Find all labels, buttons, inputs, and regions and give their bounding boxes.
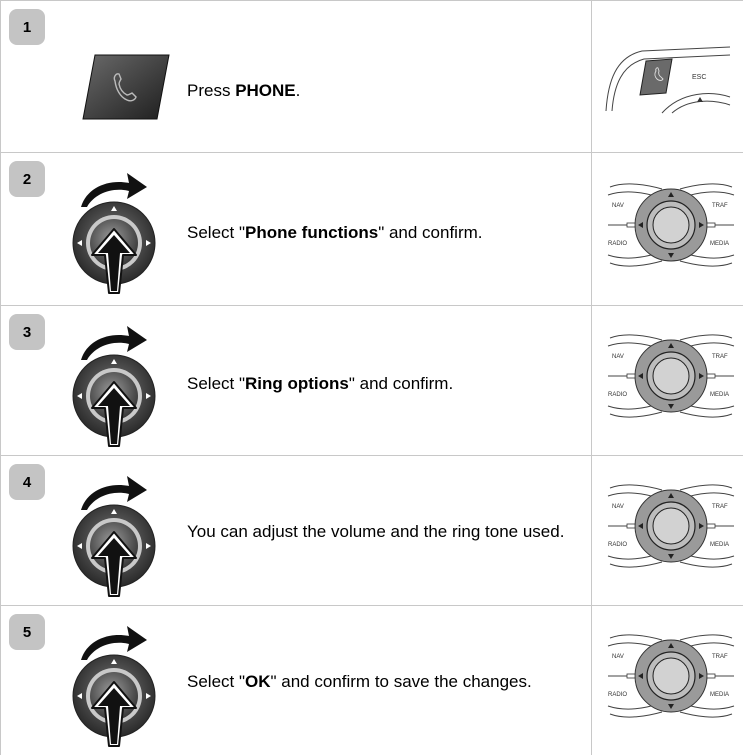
media-label: MEDIA	[710, 692, 729, 698]
radio-label: RADIO	[608, 692, 627, 698]
phone-button-panel-illustration: ESC	[605, 46, 731, 114]
controller-panel-illustration: NAV TRAF RADIO MEDIA	[607, 183, 735, 267]
step-illustration-cell: NAV TRAF RADIO MEDIA	[592, 153, 743, 305]
step-instruction-cell: 2 Select "Phone functions" and confirm.	[0, 153, 592, 305]
step-number-badge: 2	[9, 161, 45, 197]
step-number-badge: 1	[9, 9, 45, 45]
step-number-badge: 3	[9, 314, 45, 350]
step-text: Select "Phone functions" and confirm.	[187, 223, 582, 242]
rotary-controller-icon	[72, 625, 156, 747]
step-instruction-cell: 5 Select "OK" and confirm to save the ch…	[0, 606, 592, 755]
step-text: Select "Ring options" and confirm.	[187, 374, 582, 393]
radio-label: RADIO	[608, 392, 627, 398]
traf-label: TRAF	[712, 203, 728, 209]
controller-panel-illustration: NAV TRAF RADIO MEDIA	[607, 484, 735, 568]
step-text-bold: Phone functions	[245, 223, 379, 242]
step-text-part: " and confirm.	[378, 223, 483, 242]
radio-label: RADIO	[608, 542, 627, 548]
nav-label: NAV	[612, 354, 624, 360]
traf-label: TRAF	[712, 354, 728, 360]
step-illustration-cell: NAV TRAF RADIO MEDIA	[592, 306, 743, 455]
step-illustration-cell: NAV TRAF RADIO MEDIA	[592, 606, 743, 755]
controller-panel-illustration: NAV TRAF RADIO MEDIA	[607, 334, 735, 418]
esc-label: ESC	[692, 74, 706, 81]
step-text-bold: Ring options	[245, 374, 349, 393]
step-number-badge: 5	[9, 614, 45, 650]
nav-label: NAV	[612, 654, 624, 660]
step-instruction-cell: 1 Press PHONE.	[0, 1, 592, 152]
step-text-bold: OK	[245, 672, 271, 691]
rotary-controller-icon	[72, 475, 156, 597]
step-text-part: Select "	[187, 672, 246, 691]
step-text: Select "OK" and confirm to save the chan…	[187, 672, 582, 691]
step-row-1: 1 Press PHONE. ESC	[0, 0, 743, 153]
traf-label: TRAF	[712, 654, 728, 660]
media-label: MEDIA	[710, 392, 729, 398]
step-text-part: You can adjust the volume and the ring t…	[187, 522, 565, 541]
rotary-controller-icon	[72, 172, 156, 294]
step-text-part: Press	[187, 81, 236, 100]
rotary-controller-icon	[72, 325, 156, 447]
step-instruction-cell: 4 You can adjust the volume and the ring…	[0, 456, 592, 605]
step-instruction-cell: 3 Select "Ring options" and confirm.	[0, 306, 592, 455]
controller-panel-illustration: NAV TRAF RADIO MEDIA	[607, 634, 735, 718]
step-text-part: " and confirm.	[348, 374, 454, 393]
nav-label: NAV	[612, 203, 624, 209]
step-text: Press PHONE.	[187, 81, 582, 100]
step-number-badge: 4	[9, 464, 45, 500]
step-text-part: Select "	[187, 223, 246, 242]
step-row-2: 2 Select "Phone functions" and confirm. …	[0, 153, 743, 306]
traf-label: TRAF	[712, 504, 728, 510]
phone-key-icon	[82, 54, 170, 120]
step-illustration-cell: NAV TRAF RADIO MEDIA	[592, 456, 743, 605]
radio-label: RADIO	[608, 241, 627, 247]
step-text-bold: PHONE	[235, 81, 296, 100]
media-label: MEDIA	[710, 542, 729, 548]
nav-label: NAV	[612, 504, 624, 510]
step-text-part: .	[295, 81, 301, 100]
step-row-3: 3 Select "Ring options" and confirm. NAV…	[0, 306, 743, 456]
step-row-5: 5 Select "OK" and confirm to save the ch…	[0, 606, 743, 755]
step-text: You can adjust the volume and the ring t…	[187, 522, 582, 541]
step-text-part: Select "	[187, 374, 246, 393]
media-label: MEDIA	[710, 241, 729, 247]
step-illustration-cell: ESC	[592, 1, 743, 152]
step-text-part: " and confirm to save the changes.	[270, 672, 532, 691]
step-row-4: 4 You can adjust the volume and the ring…	[0, 456, 743, 606]
